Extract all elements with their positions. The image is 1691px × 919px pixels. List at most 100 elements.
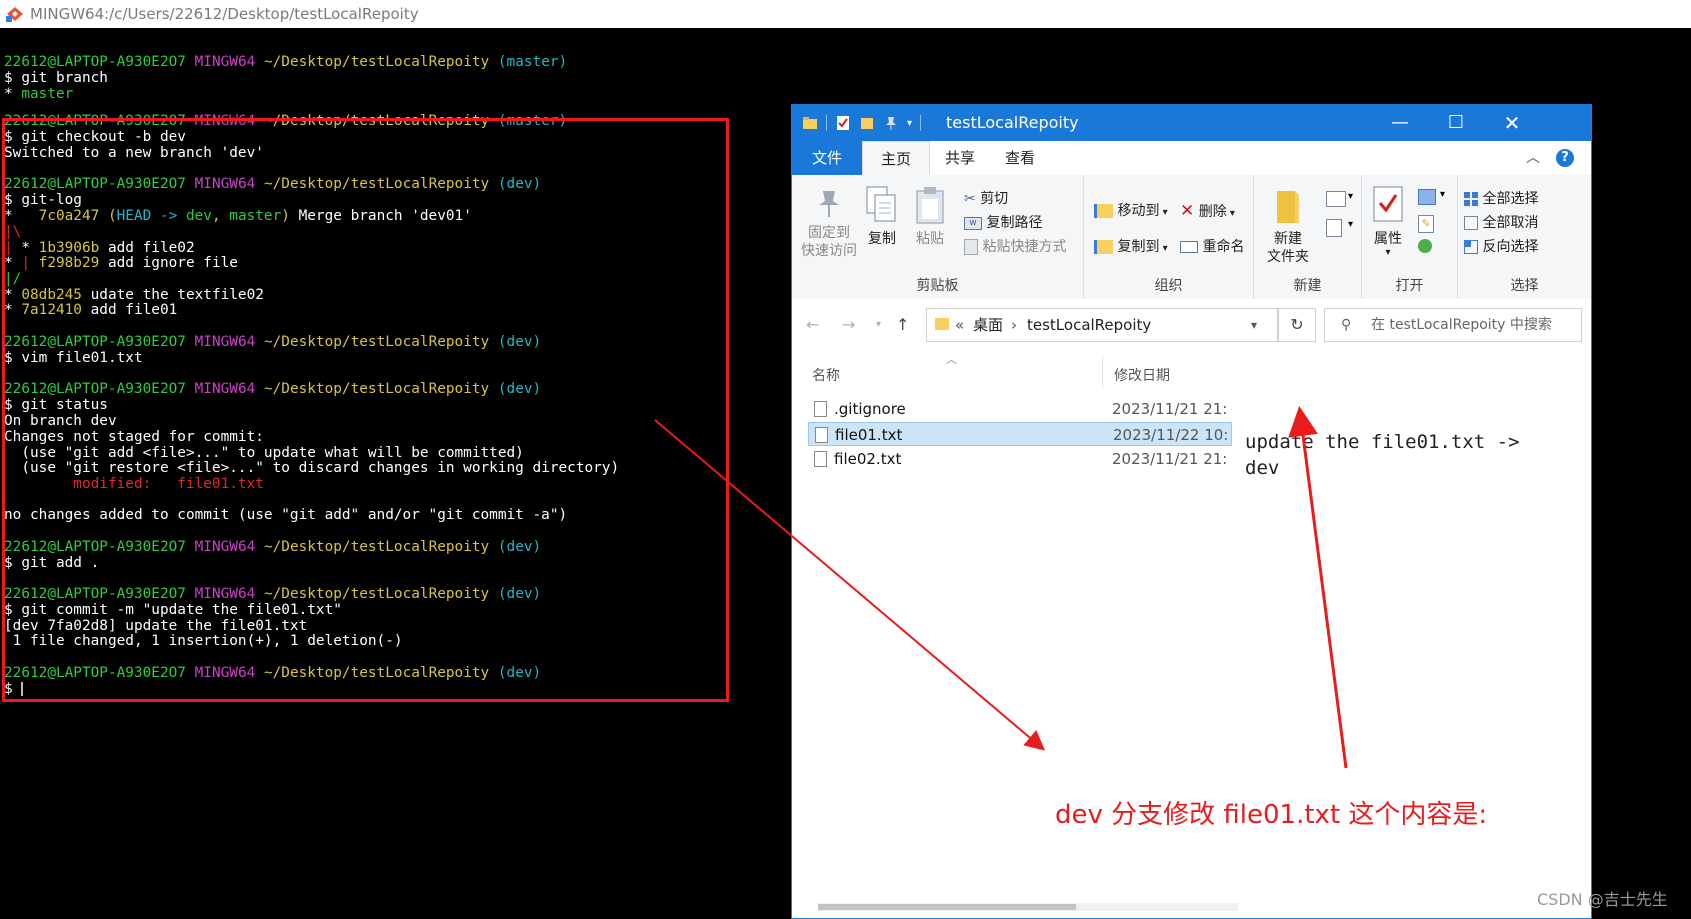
ribbon-tabs: 文件 主页 共享 查看 ︿ ?: [792, 141, 1591, 176]
tab-share[interactable]: 共享: [930, 141, 990, 175]
select-none-button[interactable]: 全部取消: [1464, 213, 1538, 233]
rename-button[interactable]: 重命名: [1180, 237, 1244, 257]
easy-access-icon[interactable]: [1326, 219, 1342, 237]
new-folder-icon: [1277, 191, 1299, 223]
tab-view[interactable]: 查看: [990, 141, 1050, 175]
copy-to-button[interactable]: 复制到 ▾: [1094, 237, 1168, 259]
new-folder-icon[interactable]: [859, 115, 875, 131]
address-bar[interactable]: « 桌面 › testLocalRepoity ▾: [926, 308, 1278, 342]
pin-icon[interactable]: [883, 115, 899, 131]
chevron-down-icon: ▾: [1348, 219, 1354, 230]
select-none-icon: [1464, 216, 1478, 230]
open-icon[interactable]: [1418, 189, 1436, 205]
paste-label: 粘贴: [916, 231, 944, 247]
cut-button[interactable]: ✂ 剪切: [964, 189, 1008, 209]
pin-label: 固定到 快速访问: [801, 225, 857, 259]
chevron-down-icon: ▾: [1440, 189, 1446, 200]
history-icon[interactable]: [1418, 239, 1432, 253]
organize-group: 移动到 ▾ 复制到 ▾ ✕ 删除 ▾ 重命名 组织: [1084, 175, 1254, 299]
paste-shortcut-button[interactable]: 粘贴快捷方式: [964, 237, 1066, 257]
back-arrow-icon[interactable]: ←: [806, 315, 819, 334]
select-all-label: 全部选择: [1482, 191, 1539, 207]
select-all-icon: [1464, 192, 1478, 206]
select-all-button[interactable]: 全部选择: [1464, 189, 1538, 209]
paste-shortcut-label: 粘贴快捷方式: [982, 239, 1067, 255]
edit-icon[interactable]: ✎: [1418, 215, 1434, 233]
terminal-text-segment: *: [4, 86, 22, 102]
file-row[interactable]: file02.txt 2023/11/21 21:: [808, 447, 1232, 471]
refresh-button[interactable]: ↻: [1278, 308, 1316, 342]
tab-file[interactable]: 文件: [792, 141, 862, 175]
select-group-label: 选择: [1510, 278, 1539, 294]
terminal-text-segment: master: [21, 86, 74, 102]
explorer-title: testLocalRepoity: [946, 113, 1079, 132]
minimize-button[interactable]: —: [1372, 105, 1428, 141]
properties-check-icon[interactable]: [835, 115, 851, 131]
copy-path-label: 复制路径: [986, 215, 1043, 231]
pin-quick-access-button[interactable]: 固定到 快速访问: [798, 187, 860, 260]
copy-path-button[interactable]: W 复制路径: [964, 213, 1042, 233]
tab-home[interactable]: 主页: [862, 141, 930, 175]
search-box[interactable]: ⚲ 在 testLocalRepoity 中搜索: [1324, 308, 1582, 342]
paste-icon: [916, 187, 944, 224]
help-icon[interactable]: ?: [1556, 149, 1574, 167]
file-row[interactable]: .gitignore 2023/11/21 21:: [808, 397, 1232, 421]
file-name: file02.txt: [834, 450, 902, 468]
chevron-down-icon: ▾: [1348, 191, 1354, 202]
prompt-branch: (master): [497, 54, 568, 70]
move-to-button[interactable]: 移动到 ▾: [1094, 201, 1168, 223]
search-placeholder: 在 testLocalRepoity 中搜索: [1371, 317, 1552, 333]
explorer-titlebar: ▾ testLocalRepoity — ☐ ✕: [792, 105, 1591, 141]
open-group: 属性 ▾ ▾ ✎ 打开: [1362, 175, 1458, 299]
terminal-output-line: $ git branch: [4, 70, 108, 86]
copy-to-icon: [1094, 240, 1113, 254]
horizontal-scrollbar[interactable]: [818, 903, 1238, 911]
rename-label: 重命名: [1202, 239, 1245, 255]
invert-selection-icon: [1464, 240, 1478, 254]
scrollbar-thumb[interactable]: [818, 904, 1076, 910]
new-folder-button[interactable]: 新建 文件夹: [1260, 185, 1316, 266]
prompt-user: 22612@LAPTOP-A930E2O7: [4, 54, 186, 70]
select-none-label: 全部取消: [1482, 215, 1539, 231]
open-group-label: 打开: [1395, 278, 1424, 294]
chevron-down-icon: ▾: [1159, 243, 1168, 254]
paste-button[interactable]: 粘贴: [910, 185, 950, 248]
properties-icon: [1373, 186, 1403, 222]
clipboard-group-label: 剪贴板: [916, 278, 959, 294]
file-modified-date: 2023/11/21 21:: [1112, 400, 1228, 418]
properties-label: 属性: [1374, 231, 1402, 247]
delete-button[interactable]: ✕ 删除 ▾: [1180, 201, 1235, 224]
delete-x-icon: ✕: [1180, 201, 1195, 221]
chevron-down-icon[interactable]: ▾: [907, 118, 912, 129]
chevron-down-icon[interactable]: ▾: [1251, 309, 1257, 341]
chevron-down-icon: ▾: [1226, 208, 1235, 219]
paste-shortcut-icon: [964, 239, 978, 255]
prompt-path: ~/Desktop/testLocalRepoity: [263, 54, 490, 70]
collapse-ribbon-icon[interactable]: ︿: [1526, 147, 1540, 167]
properties-button[interactable]: 属性 ▾: [1368, 185, 1408, 258]
column-name-header[interactable]: 名称: [812, 365, 840, 385]
breadcrumb-current[interactable]: testLocalRepoity: [1027, 309, 1151, 341]
up-arrow-icon[interactable]: ↑: [896, 315, 909, 334]
invert-selection-button[interactable]: 反向选择: [1464, 237, 1538, 257]
close-button[interactable]: ✕: [1484, 105, 1540, 141]
quick-access-toolbar: ▾: [802, 113, 922, 133]
file-row[interactable]: file01.txt 2023/11/22 10:: [808, 422, 1232, 446]
column-date-header[interactable]: 修改日期: [1114, 365, 1170, 385]
file-name: .gitignore: [834, 400, 906, 418]
pin-icon: [819, 191, 839, 217]
recent-locations-icon[interactable]: ▾: [876, 319, 881, 330]
forward-arrow-icon[interactable]: →: [842, 315, 855, 334]
maximize-button[interactable]: ☐: [1428, 105, 1484, 141]
breadcrumb-desktop[interactable]: 桌面: [973, 309, 1003, 341]
new-group-label: 新建: [1293, 278, 1322, 294]
copy-button[interactable]: 复制: [862, 185, 902, 248]
search-icon: ⚲: [1341, 317, 1352, 333]
select-group: 全部选择 全部取消 反向选择 选择: [1458, 175, 1591, 299]
text-file-icon: [814, 451, 827, 467]
address-prefix[interactable]: «: [955, 309, 964, 341]
breadcrumb-separator: ›: [1011, 316, 1017, 334]
terminal-output-line: * master: [4, 86, 73, 103]
new-folder-label: 新建 文件夹: [1267, 231, 1309, 265]
new-item-icon[interactable]: [1326, 191, 1346, 207]
